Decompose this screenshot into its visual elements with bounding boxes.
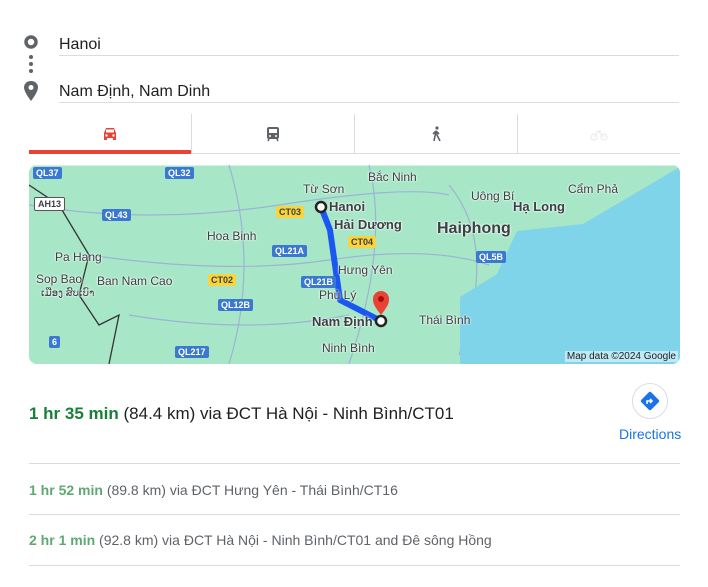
directions-diamond-icon <box>640 391 660 411</box>
destination-pin-icon <box>24 81 38 101</box>
origin-marker <box>314 200 328 214</box>
map-attribution: Map data ©2024 Google <box>564 351 678 362</box>
city-ha-long: Hạ Long <box>513 199 565 214</box>
city-nam-dinh: Nam Định <box>312 314 373 329</box>
train-icon <box>267 126 279 141</box>
city-hoa-binh: Hoa Binh <box>207 229 257 243</box>
city-ban-nam-cao: Ban Nam Cao <box>97 274 173 288</box>
tab-transit[interactable] <box>192 114 355 153</box>
alt-route-details: (89.8 km) via ĐCT Hưng Yên - Thái Bình/C… <box>106 482 398 498</box>
alt-route-2[interactable]: 2 hr 1 min (92.8 km) via ĐCT Hà Nội - Ni… <box>29 532 492 548</box>
walk-icon <box>432 125 441 141</box>
car-icon <box>104 127 116 140</box>
shield-ct03: CT03 <box>276 206 305 218</box>
shield-ql37: QL37 <box>33 167 62 179</box>
shield-ql5b: QL5B <box>476 251 507 263</box>
route-map[interactable]: Từ Sơn Bắc Ninh Hanoi Hải Dương Haiphong… <box>29 165 680 364</box>
bike-icon <box>590 129 608 141</box>
shield-ql43: QL43 <box>102 209 131 221</box>
alt-route-duration: 2 hr 1 min <box>29 532 96 548</box>
city-pa-hang: Pa Hang <box>55 250 102 264</box>
city-phu-ly: Phủ Lý <box>319 288 357 302</box>
origin-input[interactable]: Hanoi <box>59 26 679 56</box>
city-hung-yen: Hưng Yên <box>338 263 393 277</box>
origin-circle-icon <box>24 35 38 49</box>
tab-walking[interactable] <box>355 114 518 153</box>
shield-ql12b: QL12B <box>218 299 254 311</box>
best-route[interactable]: 1 hr 35 min (84.4 km) via ĐCT Hà Nội - N… <box>29 404 454 424</box>
shield-ql32: QL32 <box>165 167 194 179</box>
city-cam-pha: Cẩm Phả <box>568 182 619 196</box>
shield-ct02: CT02 <box>208 274 237 286</box>
divider <box>29 463 680 464</box>
city-sop-bao-lao: ເມືອງ ສົບເບົາ <box>41 288 95 299</box>
shield-6: 6 <box>49 336 61 348</box>
tab-cycling[interactable] <box>518 114 680 153</box>
directions-button[interactable] <box>632 383 668 419</box>
shield-ql217: QL217 <box>175 346 209 358</box>
destination-marker <box>374 314 388 328</box>
city-uong-bi: Uông Bí <box>471 189 515 203</box>
city-thai-binh: Thái Bình <box>419 313 471 327</box>
travel-mode-tabs <box>29 114 680 154</box>
city-haiphong: Haiphong <box>437 220 511 237</box>
shield-ah13: AH13 <box>34 197 66 211</box>
city-bac-ninh: Bắc Ninh <box>368 170 417 184</box>
best-route-details: (84.4 km) via ĐCT Hà Nội - Ninh Bình/CT0… <box>123 404 454 423</box>
city-tu-son: Từ Sơn <box>303 182 345 196</box>
city-sop-bao: Sop Bao <box>36 272 83 286</box>
best-route-duration: 1 hr 35 min <box>29 404 119 423</box>
shield-ct04: CT04 <box>348 236 377 248</box>
city-hanoi: Hanoi <box>329 199 366 214</box>
alt-route-details: (92.8 km) via ĐCT Hà Nội - Ninh Bình/CT0… <box>99 532 492 548</box>
shield-ql21b: QL21B <box>301 276 337 288</box>
divider <box>29 565 680 566</box>
city-hai-duong: Hải Dương <box>334 217 402 232</box>
tab-driving[interactable] <box>29 114 192 154</box>
alt-route-1[interactable]: 1 hr 52 min (89.8 km) via ĐCT Hưng Yên -… <box>29 482 398 498</box>
shield-ql21a: QL21A <box>272 245 308 257</box>
route-dots-icon <box>29 55 33 73</box>
directions-link[interactable]: Directions <box>619 426 681 442</box>
city-ninh-binh: Ninh Bình <box>322 341 375 355</box>
divider <box>29 514 680 515</box>
destination-input[interactable]: Nam Định, Nam Dinh <box>59 73 679 103</box>
alt-route-duration: 1 hr 52 min <box>29 482 103 498</box>
